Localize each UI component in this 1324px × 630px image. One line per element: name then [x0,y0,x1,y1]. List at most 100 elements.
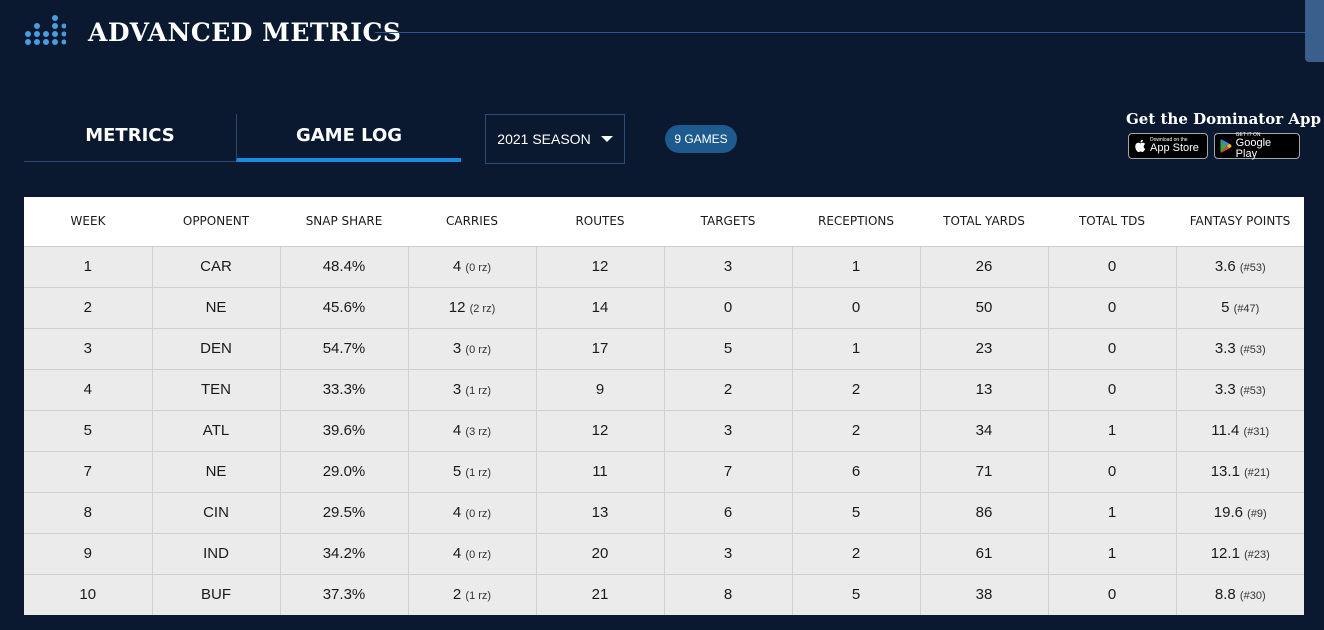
cell-fantasy-points: 3.3 (#53) [1176,328,1304,370]
cell-opponent-value: DEN [200,340,232,357]
cell-week: 8 [24,492,153,534]
cell-total-yards-value: 50 [975,299,993,316]
cell-receptions-value: 2 [851,422,861,439]
cell-opponent: DEN [152,328,281,370]
cell-carries-detail: (3 rz) [465,426,492,438]
cell-routes: 13 [536,492,665,534]
cell-carries-value: 4 [452,504,462,521]
cell-receptions-value: 1 [851,258,861,275]
cell-receptions-value: 1 [851,340,861,357]
tab-game-log[interactable]: GAME LOG [236,114,461,162]
cell-opponent-value: TEN [201,381,231,398]
cell-fantasy-points: 19.6 (#9) [1176,492,1304,534]
cell-receptions: 0 [792,287,921,329]
cell-opponent-value: NE [205,463,227,480]
cell-opponent: CAR [152,246,281,288]
cell-receptions: 1 [792,328,921,370]
cell-total-tds: 0 [1048,246,1177,288]
cell-carries-value: 12 [448,299,466,316]
cell-opponent-value: NE [205,299,227,316]
cell-carries-value: 4 [452,545,462,562]
cell-routes: 9 [536,369,665,411]
scrollbar-thumb[interactable] [1305,0,1324,62]
cell-carries: 3 (0 rz) [408,328,537,370]
table-row: 10 BUF 37.3% 2 (1 rz) 21 8 5 38 0 8.8 (#30) [24,574,1304,615]
cell-targets-value: 3 [723,258,733,275]
cell-carries-value: 2 [452,586,462,603]
cell-total-yards: 86 [920,492,1049,534]
cell-snap-share-value: 54.7% [322,340,366,357]
cell-routes: 11 [536,451,665,493]
cell-fantasy-points-detail: (#31) [1243,426,1270,438]
cell-receptions-value: 2 [851,545,861,562]
cell-fantasy-points-detail: (#21) [1244,467,1270,479]
cell-total-tds: 0 [1048,451,1177,493]
column-header[interactable]: FANTASY POINTS [1176,197,1304,247]
cell-snap-share: 39.6% [280,410,409,452]
cell-week: 5 [24,410,153,452]
cell-total-yards-value: 13 [975,381,993,398]
cell-targets-value: 6 [723,504,733,521]
cell-receptions: 2 [792,369,921,411]
cell-opponent-value: IND [203,545,229,562]
google-play-button[interactable]: GET IT ON Google Play [1214,132,1300,159]
app-store-button[interactable]: Download on the App Store [1128,133,1208,159]
column-header[interactable]: TOTAL TDS [1048,197,1176,247]
season-select[interactable]: 2021 SEASON [485,114,625,164]
cell-routes-value: 13 [591,504,609,521]
cell-routes-value: 17 [591,340,609,357]
cell-fantasy-points-value: 11.4 [1211,422,1240,439]
cell-fantasy-points-value: 3.3 [1214,340,1236,357]
cell-total-yards: 71 [920,451,1049,493]
cell-total-tds: 0 [1048,287,1177,329]
cell-targets-value: 5 [723,340,733,357]
cell-carries: 4 (0 rz) [408,492,537,534]
cell-opponent: CIN [152,492,281,534]
cell-week-value: 4 [83,381,92,398]
cell-week: 7 [24,451,153,493]
cell-fantasy-points: 12.1 (#23) [1176,533,1304,575]
cell-snap-share-value: 39.6% [322,422,366,439]
cell-fantasy-points: 3.6 (#53) [1176,246,1304,288]
cell-week-value: 3 [83,340,92,357]
column-header[interactable]: WEEK [24,197,152,247]
cell-targets-value: 3 [723,422,733,439]
column-header[interactable]: RECEPTIONS [792,197,920,247]
cell-opponent-value: ATL [202,422,230,439]
cell-opponent: TEN [152,369,281,411]
column-header[interactable]: TARGETS [664,197,792,247]
table-row: 4 TEN 33.3% 3 (1 rz) 9 2 2 13 0 3.3 (#53) [24,369,1304,411]
app-promo: Get the Dominator App Download on the Ap… [1120,108,1321,168]
cell-carries-value: 4 [452,422,462,439]
cell-routes-value: 14 [591,299,609,316]
cell-total-tds: 1 [1048,410,1177,452]
cell-carries-detail: (0 rz) [465,262,492,274]
cell-carries-detail: (0 rz) [465,344,492,356]
column-header[interactable]: CARRIES [408,197,536,247]
cell-snap-share-value: 29.0% [322,463,366,480]
column-header[interactable]: SNAP SHARE [280,197,408,247]
cell-fantasy-points-detail: (#30) [1239,590,1266,602]
tab-metrics[interactable]: METRICS [24,114,236,162]
cell-snap-share: 48.4% [280,246,409,288]
cell-total-yards: 23 [920,328,1049,370]
cell-routes: 17 [536,328,665,370]
cell-targets-value: 7 [723,463,733,480]
column-header[interactable]: ROUTES [536,197,664,247]
cell-routes-value: 11 [592,463,608,480]
cell-receptions-value: 0 [851,299,861,316]
cell-total-yards-value: 34 [975,422,993,439]
cell-opponent-value: BUF [201,586,231,603]
cell-carries: 3 (1 rz) [408,369,537,411]
cell-total-tds-value: 1 [1107,545,1117,562]
cell-total-tds-value: 1 [1107,504,1117,521]
column-header[interactable]: OPPONENT [152,197,280,247]
column-header[interactable]: TOTAL YARDS [920,197,1048,247]
cell-total-tds: 0 [1048,369,1177,411]
cell-targets: 3 [664,410,793,452]
cell-week-value: 2 [83,299,92,316]
table-row: 1 CAR 48.4% 4 (0 rz) 12 3 1 26 0 3.6 (#53) [24,246,1304,288]
cell-snap-share-value: 33.3% [322,381,366,398]
table-body: 1 CAR 48.4% 4 (0 rz) 12 3 1 26 0 3.6 (#53) 2 NE 45.6… [24,246,1304,615]
cell-opponent: IND [152,533,281,575]
